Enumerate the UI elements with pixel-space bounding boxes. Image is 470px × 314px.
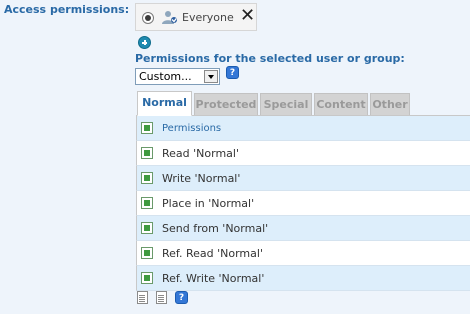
- permission-label: Read 'Normal': [162, 147, 239, 160]
- principal-entry: Everyone ✕: [135, 3, 257, 31]
- permissions-heading: Permissions for the selected user or gro…: [135, 52, 405, 65]
- permission-label: Place in 'Normal': [162, 197, 255, 210]
- user-group-icon: [162, 11, 177, 24]
- table-header-label: Permissions: [162, 123, 222, 134]
- permission-checkbox[interactable]: [141, 172, 153, 184]
- tab-protected[interactable]: Protected: [194, 93, 258, 115]
- table-row: Ref. Read 'Normal': [136, 241, 470, 266]
- paste-icon[interactable]: [156, 291, 167, 304]
- permission-label: Ref. Read 'Normal': [162, 247, 263, 260]
- permission-preset-value: Custom...: [139, 70, 192, 83]
- permission-checkbox[interactable]: [141, 147, 153, 159]
- permission-preset-select[interactable]: Custom...: [135, 68, 220, 85]
- permission-label: Ref. Write 'Normal': [162, 272, 265, 285]
- table-row: Place in 'Normal': [136, 191, 470, 216]
- table-row: Ref. Write 'Normal': [136, 266, 470, 291]
- help-icon[interactable]: ?: [175, 291, 188, 304]
- add-principal-icon[interactable]: [138, 36, 151, 49]
- access-permissions-label: Access permissions:: [4, 3, 130, 16]
- help-icon[interactable]: ?: [226, 66, 239, 79]
- permission-checkbox[interactable]: [141, 222, 153, 234]
- tab-content[interactable]: Content: [314, 93, 368, 115]
- permission-label: Send from 'Normal': [162, 222, 269, 235]
- remove-principal-icon[interactable]: ✕: [240, 7, 255, 25]
- permission-checkbox[interactable]: [141, 197, 153, 209]
- tab-special[interactable]: Special: [260, 93, 312, 115]
- principal-radio[interactable]: [142, 12, 154, 24]
- table-row: Read 'Normal': [136, 141, 470, 166]
- table-header-row: Permissions: [136, 116, 470, 141]
- permissions-table: Permissions Read 'Normal' Write 'Normal'…: [136, 115, 470, 291]
- permission-checkbox[interactable]: [141, 272, 153, 284]
- permission-checkbox[interactable]: [141, 247, 153, 259]
- principal-name: Everyone: [182, 11, 234, 24]
- copy-icon[interactable]: [137, 291, 148, 304]
- table-row: Send from 'Normal': [136, 216, 470, 241]
- permission-label: Write 'Normal': [162, 172, 241, 185]
- select-all-checkbox[interactable]: [141, 122, 153, 134]
- tab-other[interactable]: Other: [370, 93, 410, 115]
- table-row: Write 'Normal': [136, 166, 470, 191]
- tab-normal[interactable]: Normal: [137, 91, 192, 116]
- chevron-down-icon[interactable]: [204, 70, 218, 83]
